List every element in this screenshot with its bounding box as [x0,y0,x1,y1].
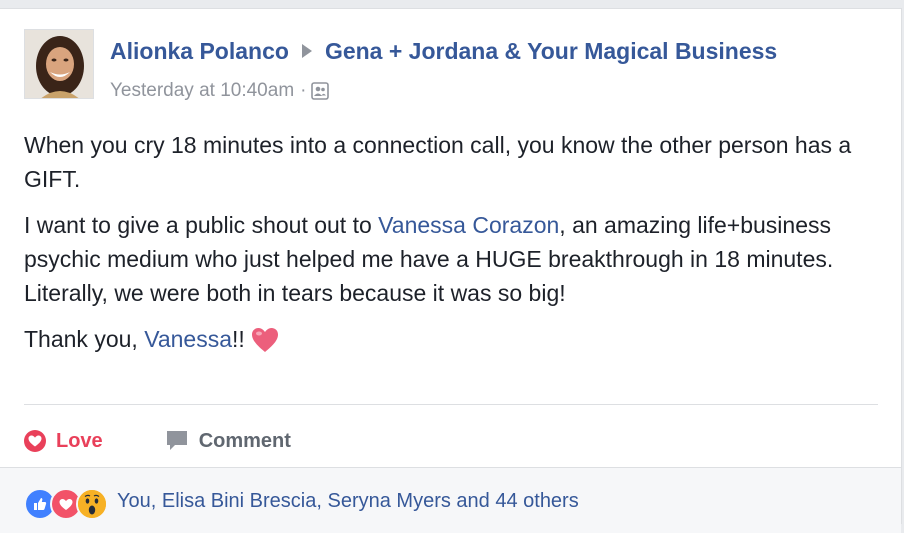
post-card: Alionka Polanco Gena + Jordana & Your Ma… [0,8,902,533]
comment-label: Comment [198,429,291,452]
post-actions: Love Comment [24,421,291,461]
wow-reaction-icon [76,488,108,520]
post-meta: Yesterday at 10:40am · [110,80,330,102]
comment-icon [165,429,189,453]
love-label: Love [56,429,103,452]
post-header-title: Alionka Polanco Gena + Jordana & Your Ma… [110,36,777,66]
reactions-bar: You, Elisa Bini Brescia, Seryna Myers an… [0,467,901,533]
mention-vanessa-link[interactable]: Vanessa [144,326,232,352]
post-body: When you cry 18 minutes into a connectio… [24,128,874,374]
post-timestamp-link[interactable]: Yesterday at 10:40am [110,80,294,102]
love-button[interactable]: Love [24,430,103,453]
group-name-link[interactable]: Gena + Jordana & Your Magical Business [325,38,777,65]
group-audience-icon[interactable] [311,82,330,100]
reaction-icons[interactable] [24,488,108,520]
heart-emoji-icon [251,327,279,362]
avatar[interactable] [24,29,94,99]
reactions-summary-link[interactable]: You, Elisa Bini Brescia, Seryna Myers an… [117,490,579,513]
mention-vanessa-corazon-link[interactable]: Vanessa Corazon [378,212,559,238]
comment-button[interactable]: Comment [165,429,291,453]
meta-separator: · [300,80,307,101]
caret-right-icon [301,44,313,58]
author-name-link[interactable]: Alionka Polanco [110,38,289,65]
actions-divider [24,404,878,405]
avatar-image [25,30,93,98]
heart-icon [24,430,46,452]
post-paragraph-1: When you cry 18 minutes into a connectio… [24,132,852,192]
post-paragraph-2: I want to give a public shout out to Van… [24,212,834,306]
post-paragraph-3: Thank you, Vanessa!! [24,322,874,362]
